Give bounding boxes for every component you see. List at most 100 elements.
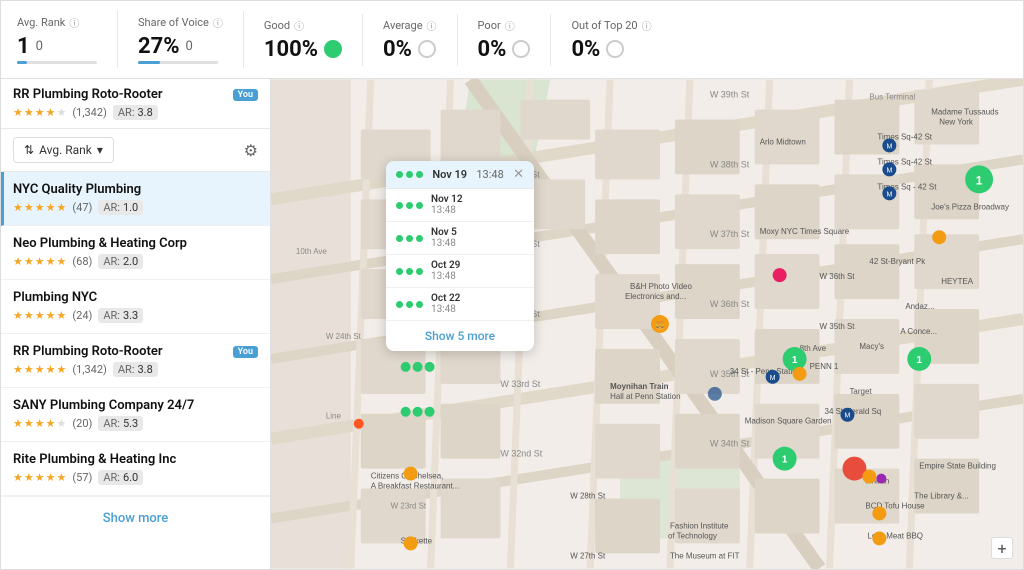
svg-text:The Library &...: The Library &... (914, 492, 968, 501)
metric-share-of-voice: Share of Voice ⓘ 27% 0 (138, 11, 244, 68)
popup-row-4[interactable]: Oct 22 13:48 (386, 288, 534, 321)
app-container: Avg. Rank ⓘ 1 0 Share of Voice ⓘ 27% 0 (0, 0, 1024, 570)
business-name: Rite Plumbing & Heating Inc (13, 452, 176, 467)
poor-label: Poor (478, 19, 501, 32)
average-circle (418, 40, 436, 58)
average-info-icon[interactable]: ⓘ (427, 18, 437, 33)
top20-label: Out of Top 20 (571, 19, 637, 32)
popup-row-1[interactable]: Nov 12 13:48 (386, 189, 534, 222)
business-ar: 1.0 (123, 201, 138, 214)
svg-text:W 28th St: W 28th St (570, 492, 606, 501)
popup-time-1: 13:48 (431, 205, 524, 216)
svg-text:Bus Terminal: Bus Terminal (869, 93, 915, 102)
popup-date-0: Nov 19 (432, 168, 467, 181)
svg-text:W 35th St: W 35th St (820, 322, 856, 331)
avg-rank-value: 1 (17, 34, 30, 59)
sort-chevron-icon: ▾ (97, 143, 103, 157)
sidebar-toolbar: ⇅ Avg. Rank ▾ ⚙ (1, 129, 270, 172)
avg-rank-label: Avg. Rank (17, 16, 65, 29)
business-stars: ★★★★★ (13, 201, 66, 214)
business-list-item[interactable]: RR Plumbing Roto-Rooter You ★★★★★ (1,342… (1, 334, 270, 388)
business-stars: ★★★★★ (13, 255, 66, 268)
popup-date-2: Nov 5 (431, 227, 524, 238)
business-list-item[interactable]: SANY Plumbing Company 24/7 ★★★★★ (20) AR… (1, 388, 270, 442)
avg-rank-sub: 0 (36, 39, 43, 54)
poor-info-icon[interactable]: ⓘ (505, 18, 515, 33)
top20-circle (606, 40, 624, 58)
average-value: 0% (383, 37, 412, 62)
svg-text:Joe's Pizza Broadway: Joe's Pizza Broadway (931, 202, 1009, 211)
good-value: 100% (264, 37, 318, 62)
popup-time-4: 13:48 (431, 304, 524, 315)
business-list-item[interactable]: Neo Plumbing & Heating Corp ★★★★★ (68) A… (1, 226, 270, 280)
svg-text:Moxy NYC Times Square: Moxy NYC Times Square (760, 227, 850, 236)
sov-bar-track (138, 61, 218, 64)
business-ar: 5.3 (123, 417, 138, 430)
sort-icon: ⇅ (24, 143, 34, 157)
business-reviews: (1,342) (72, 363, 107, 376)
svg-text:Fashion Institute: Fashion Institute (670, 521, 729, 530)
average-label: Average (383, 19, 423, 32)
svg-text:M: M (845, 413, 851, 420)
business-name: RR Plumbing Roto-Rooter (13, 344, 163, 359)
svg-text:Arlo Midtown: Arlo Midtown (760, 137, 806, 146)
popup-row-0[interactable]: Nov 19 13:48 ✕ (386, 161, 534, 189)
good-label: Good (264, 19, 290, 32)
business-ar: 3.3 (123, 309, 138, 322)
svg-text:Macy's: Macy's (859, 342, 884, 351)
sov-info-icon[interactable]: ⓘ (213, 15, 223, 30)
svg-text:HEYTEA: HEYTEA (941, 277, 974, 286)
svg-text:W 24th St: W 24th St (326, 332, 362, 341)
svg-text:W 34th St: W 34th St (710, 439, 750, 449)
poor-circle (512, 40, 530, 58)
metric-good: Good ⓘ 100% (264, 14, 363, 66)
svg-text:10th Ave: 10th Ave (296, 247, 327, 256)
business-stars: ★★★★★ (13, 471, 66, 484)
sidebar: RR Plumbing Roto-Rooter You ★ ★ ★ ★ ★ (1… (1, 79, 271, 569)
metric-poor: Poor ⓘ 0% (478, 14, 552, 66)
avg-rank-sort-button[interactable]: ⇅ Avg. Rank ▾ (13, 137, 114, 163)
svg-text:W 38th St: W 38th St (710, 159, 750, 169)
svg-text:Madison Square Garden: Madison Square Garden (745, 417, 832, 426)
popup-row-3[interactable]: Oct 29 13:48 (386, 255, 534, 288)
svg-text:B&H Photo Video: B&H Photo Video (630, 282, 692, 291)
svg-text:New York: New York (939, 118, 973, 127)
popup-date-3: Oct 29 (431, 260, 524, 271)
svg-text:W 27th St: W 27th St (570, 551, 606, 560)
svg-text:42 St-Bryant Pk: 42 St-Bryant Pk (869, 257, 925, 266)
svg-text:Empire State Building: Empire State Building (919, 462, 996, 471)
business-reviews: (20) (72, 417, 92, 430)
business-list-item[interactable]: Plumbing NYC ★★★★★ (24) AR: 3.3 (1, 280, 270, 334)
popup-time-0: 13:48 (476, 168, 503, 181)
you-badge: You (233, 346, 258, 358)
svg-text:M: M (886, 143, 892, 150)
map-area[interactable]: W 39th St W 38th St W 37th St W 36th St … (271, 79, 1023, 569)
svg-text:1: 1 (792, 355, 798, 366)
svg-text:1: 1 (976, 173, 983, 187)
show-more-button[interactable]: Show more (1, 496, 270, 540)
popup-date-1: Nov 12 (431, 194, 524, 205)
business-list-item[interactable]: NYC Quality Plumbing ★★★★★ (47) AR: 1.0 (1, 172, 270, 226)
settings-icon[interactable]: ⚙ (244, 141, 258, 160)
svg-text:1: 1 (917, 355, 923, 366)
business-list-item[interactable]: Rite Plumbing & Heating Inc ★★★★★ (57) A… (1, 442, 270, 496)
svg-text:W 23rd St: W 23rd St (391, 502, 427, 511)
svg-text:Target: Target (849, 387, 872, 396)
close-icon[interactable]: ✕ (513, 167, 524, 182)
pinned-business-name: RR Plumbing Roto-Rooter (13, 87, 163, 102)
pinned-you-badge: You (233, 89, 258, 101)
svg-text:M: M (886, 191, 892, 198)
svg-text:W 36th St: W 36th St (820, 272, 856, 281)
zoom-in-button[interactable]: + (991, 537, 1013, 559)
pinned-business: RR Plumbing Roto-Rooter You ★ ★ ★ ★ ★ (1… (1, 79, 270, 129)
poor-value: 0% (478, 37, 507, 62)
good-info-icon[interactable]: ⓘ (294, 18, 304, 33)
popup-row-2[interactable]: Nov 5 13:48 (386, 222, 534, 255)
svg-text:Moynihan Train: Moynihan Train (610, 382, 669, 391)
pinned-ar-value: 3.8 (138, 106, 153, 119)
svg-text:A Conce...: A Conce... (900, 327, 937, 336)
avg-rank-info-icon[interactable]: ⓘ (69, 15, 79, 30)
show-more-map-button[interactable]: Show 5 more (386, 321, 534, 351)
top20-info-icon[interactable]: ⓘ (642, 18, 652, 33)
pinned-stars: ★ ★ ★ ★ ★ (13, 106, 66, 119)
